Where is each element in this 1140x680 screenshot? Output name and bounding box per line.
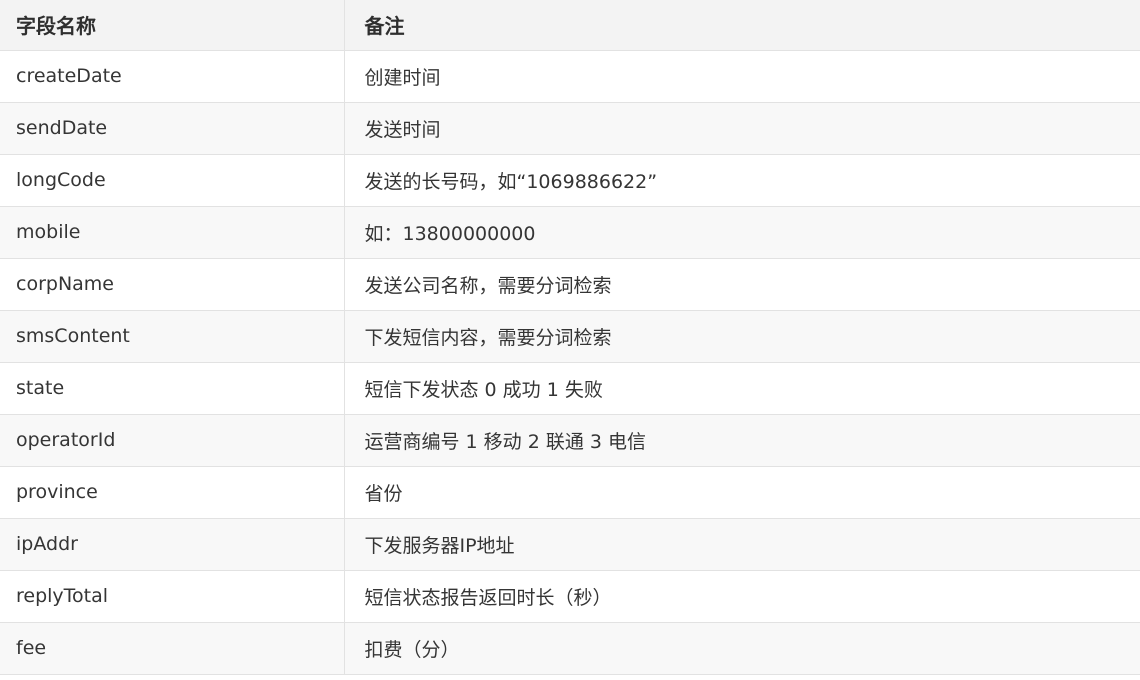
table-row: mobile 如：13800000000 (0, 206, 1140, 259)
note-cell: 扣费（分） (344, 622, 1140, 675)
note-cell: 如：13800000000 (344, 206, 1140, 259)
note-cell: 短信状态报告返回时长（秒） (344, 570, 1140, 623)
field-name-cell: longCode (0, 154, 345, 207)
note-cell: 短信下发状态 0 成功 1 失败 (344, 362, 1140, 415)
field-name-cell: operatorId (0, 414, 345, 467)
table-row: province 省份 (0, 466, 1140, 519)
note-cell: 发送的长号码，如“1069886622” (344, 154, 1140, 207)
column-header-note: 备注 (344, 0, 1140, 51)
note-cell: 创建时间 (344, 50, 1140, 103)
table-row: corpName 发送公司名称，需要分词检索 (0, 258, 1140, 311)
field-name-cell: fee (0, 622, 345, 675)
field-name-cell: createDate (0, 50, 345, 103)
field-name-cell: state (0, 362, 345, 415)
table-row: state 短信下发状态 0 成功 1 失败 (0, 362, 1140, 415)
table-row: ipAddr 下发服务器IP地址 (0, 518, 1140, 571)
table-header: 字段名称 备注 (0, 0, 1140, 51)
note-cell: 运营商编号 1 移动 2 联通 3 电信 (344, 414, 1140, 467)
table-row: operatorId 运营商编号 1 移动 2 联通 3 电信 (0, 414, 1140, 467)
field-name-cell: smsContent (0, 310, 345, 363)
field-name-cell: corpName (0, 258, 345, 311)
table-row: fee 扣费（分） (0, 622, 1140, 675)
note-cell: 下发短信内容，需要分词检索 (344, 310, 1140, 363)
table-row: smsContent 下发短信内容，需要分词检索 (0, 310, 1140, 363)
note-cell: 省份 (344, 466, 1140, 519)
field-definition-table: 字段名称 备注 createDate 创建时间 sendDate 发送时间 lo… (0, 0, 1140, 675)
table-header-row: 字段名称 备注 (0, 0, 1140, 51)
field-name-cell: ipAddr (0, 518, 345, 571)
table-body: createDate 创建时间 sendDate 发送时间 longCode 发… (0, 50, 1140, 675)
column-header-field-name: 字段名称 (0, 0, 345, 51)
field-name-cell: replyTotal (0, 570, 345, 623)
field-name-cell: province (0, 466, 345, 519)
note-cell: 发送公司名称，需要分词检索 (344, 258, 1140, 311)
field-name-cell: mobile (0, 206, 345, 259)
note-cell: 下发服务器IP地址 (344, 518, 1140, 571)
note-cell: 发送时间 (344, 102, 1140, 155)
field-name-cell: sendDate (0, 102, 345, 155)
table-row: replyTotal 短信状态报告返回时长（秒） (0, 570, 1140, 623)
table-row: longCode 发送的长号码，如“1069886622” (0, 154, 1140, 207)
table-row: sendDate 发送时间 (0, 102, 1140, 155)
table-row: createDate 创建时间 (0, 50, 1140, 103)
